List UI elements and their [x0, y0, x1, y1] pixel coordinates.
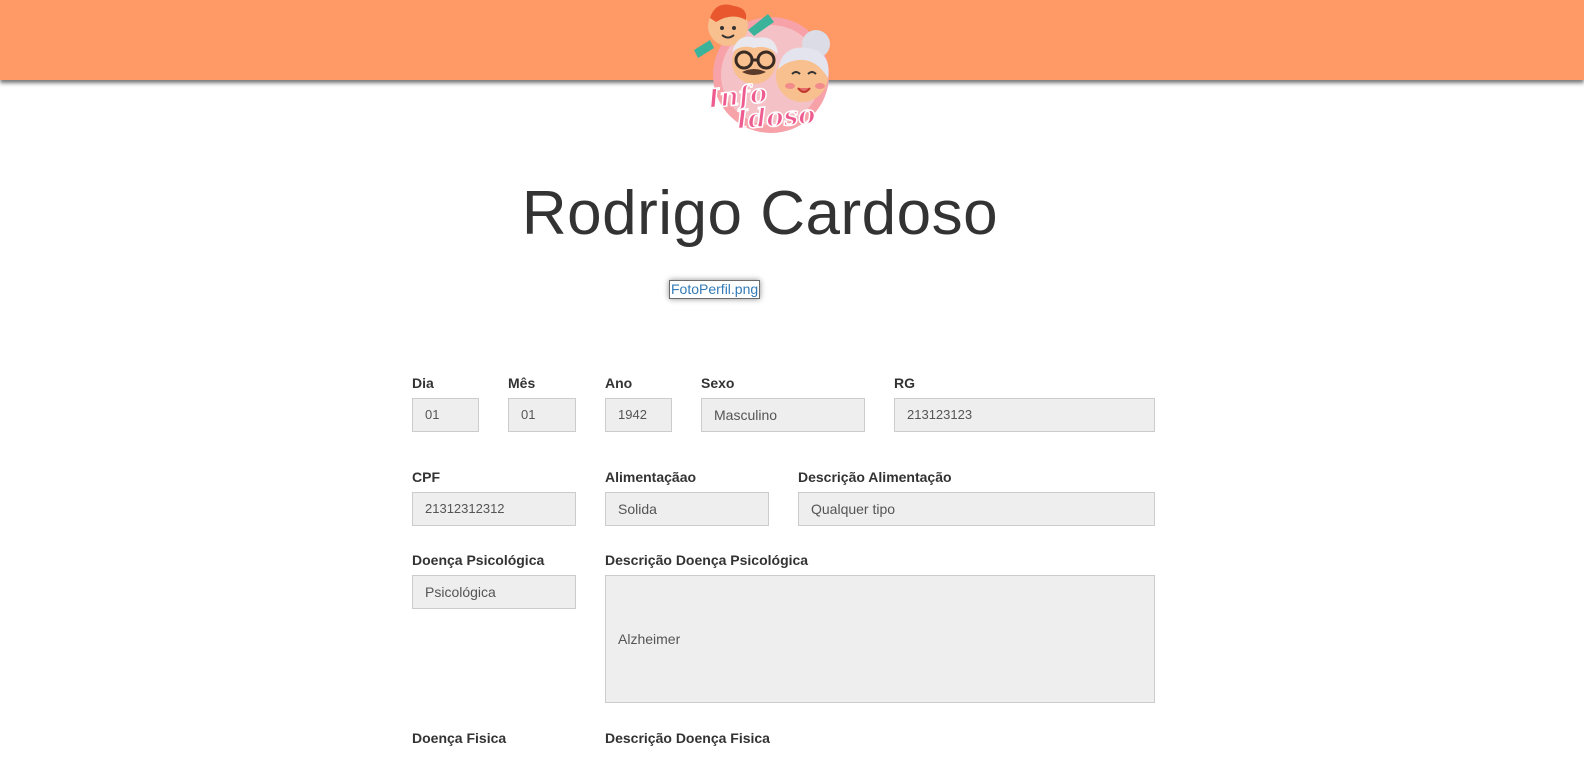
- rg-field[interactable]: 213123123: [894, 398, 1155, 432]
- rg-label: RG: [894, 375, 915, 391]
- alimentacao-label: Alimentaçãao: [605, 469, 697, 485]
- descricao-doenca-psicologica-value: Alzheimer: [618, 631, 681, 647]
- profile-photo-link[interactable]: FotoPerfil.png: [669, 280, 761, 299]
- svg-text:Idoso: Idoso: [734, 100, 817, 136]
- infoidoso-logo[interactable]: Info Idoso: [686, 0, 856, 140]
- descricao-doenca-fisica-label: Descrição Doença Fisica: [605, 730, 770, 746]
- mes-field[interactable]: 01: [508, 398, 576, 432]
- dia-field[interactable]: 01: [412, 398, 479, 432]
- doenca-psicologica-field[interactable]: Psicológica: [412, 575, 576, 609]
- descricao-doenca-psicologica-label: Descrição Doença Psicológica: [605, 552, 809, 568]
- descricao-alimentacao-label: Descrição Alimentação: [798, 469, 952, 485]
- descricao-doenca-psicologica-textarea[interactable]: Alzheimer: [605, 575, 1155, 703]
- cpf-label: CPF: [412, 469, 440, 485]
- doenca-fisica-label: Doença Fisica: [412, 730, 507, 746]
- mes-label: Mês: [508, 375, 536, 391]
- sexo-label: Sexo: [701, 375, 735, 391]
- dia-label: Dia: [412, 375, 434, 391]
- doenca-psicologica-label: Doença Psicológica: [412, 552, 545, 568]
- ano-label: Ano: [605, 375, 633, 391]
- profile-name-heading: Rodrigo Cardoso: [521, 179, 999, 248]
- ano-field[interactable]: 1942: [605, 398, 672, 432]
- alimentacao-field[interactable]: Solida: [605, 492, 769, 526]
- sexo-field[interactable]: Masculino: [701, 398, 865, 432]
- descricao-alimentacao-field[interactable]: Qualquer tipo: [798, 492, 1155, 526]
- cpf-field[interactable]: 21312312312: [412, 492, 576, 526]
